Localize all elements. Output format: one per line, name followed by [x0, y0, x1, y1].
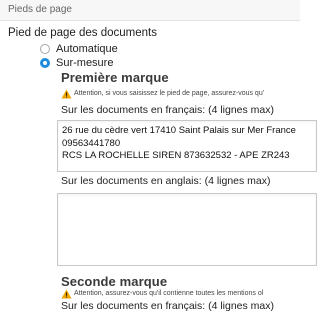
radio-option-sur-mesure[interactable]: Sur-mesure	[40, 56, 113, 70]
second-brand-title: Seconde marque	[61, 274, 168, 289]
first-brand-title: Première marque	[61, 70, 169, 85]
radio-label-automatique: Automatique	[56, 43, 118, 55]
warning-icon	[61, 89, 72, 99]
first-brand-english-textarea[interactable]	[57, 193, 317, 266]
textarea-line: RCS LA ROCHELLE SIREN 873632532 - APE ZR…	[62, 150, 290, 161]
radio-sur-mesure[interactable]	[40, 58, 50, 68]
radio-label-sur-mesure: Sur-mesure	[56, 57, 114, 69]
textarea-line: 09563441780	[62, 137, 121, 149]
first-brand-french-textarea[interactable]: 26 rue du cèdre vert 17410 Saint Palais …	[57, 120, 317, 172]
footer-label: Pied de page des documents	[8, 27, 157, 39]
warning-text: Attention, assurez-vous qu'il contienne …	[74, 290, 264, 297]
first-brand-french-label: Sur les documents en français: (4 lignes…	[61, 104, 275, 116]
radio-automatique[interactable]	[40, 44, 50, 54]
first-brand-warning: Attention, si vous saisissez le pied de …	[61, 89, 300, 100]
warning-icon	[61, 289, 72, 299]
second-brand-french-label: Sur les documents en français: (4 lignes…	[61, 300, 275, 312]
section-title: Pieds de page	[8, 4, 72, 15]
textarea-line: 26 rue du cèdre vert 17410 Saint Palais …	[62, 125, 296, 136]
second-brand-warning: Attention, assurez-vous qu'il contienne …	[61, 289, 300, 300]
section-header: Pieds de page	[0, 0, 300, 21]
warning-text: Attention, si vous saisissez le pied de …	[74, 90, 265, 97]
radio-option-automatique[interactable]: Automatique	[40, 42, 118, 56]
first-brand-english-label: Sur les documents en anglais: (4 lignes …	[61, 175, 271, 187]
